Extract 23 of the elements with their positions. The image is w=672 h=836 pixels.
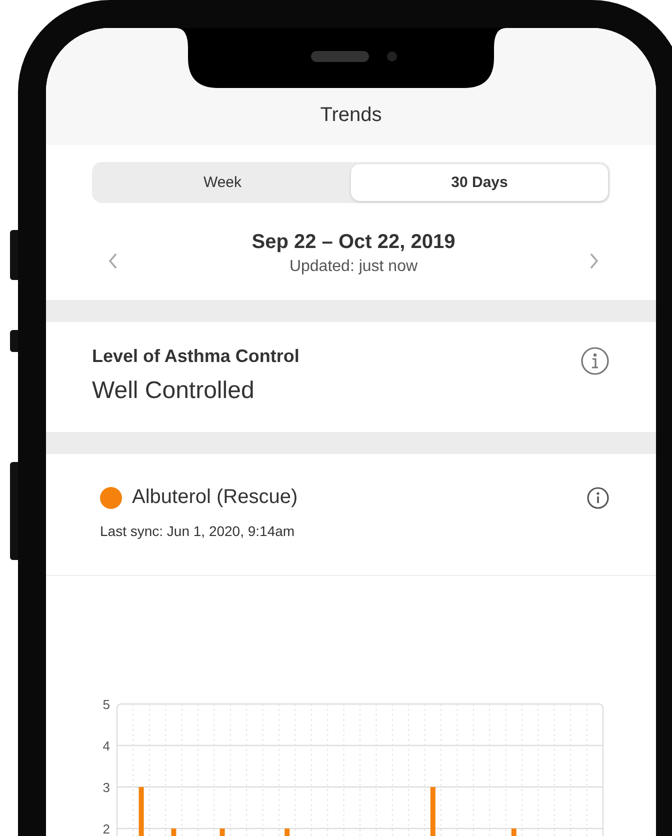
y-axis-label: 3 [102, 780, 110, 795]
info-icon[interactable] [586, 486, 610, 510]
info-icon[interactable] [580, 346, 610, 376]
card-label: Level of Asthma Control [92, 346, 300, 367]
usage-bar [430, 787, 436, 836]
y-axis-label: 4 [102, 738, 110, 754]
y-axis-label: 2 [102, 822, 110, 836]
medication-name: Albuterol (Rescue) [132, 486, 298, 509]
chevron-right-icon[interactable] [589, 252, 599, 270]
date-range: Sep 22 – Oct 22, 2019 [252, 231, 456, 254]
screen-title: Trends [320, 104, 382, 128]
chevron-left-icon[interactable] [108, 252, 118, 270]
usage-bar [284, 828, 290, 836]
last-sync-text: Last sync: Jun 1, 2020, 9:14am [100, 523, 296, 539]
range-tab[interactable]: 30 Days [351, 164, 608, 201]
control-level: Well Controlled [92, 377, 256, 405]
y-axis-label: 5 [102, 697, 110, 712]
updated-text: Updated: just now [288, 258, 419, 276]
usage-bar [220, 828, 225, 836]
usage-bar [511, 828, 516, 836]
range-tab[interactable]: Week [94, 164, 351, 201]
usage-bar [138, 787, 144, 836]
usage-bar [171, 828, 176, 836]
